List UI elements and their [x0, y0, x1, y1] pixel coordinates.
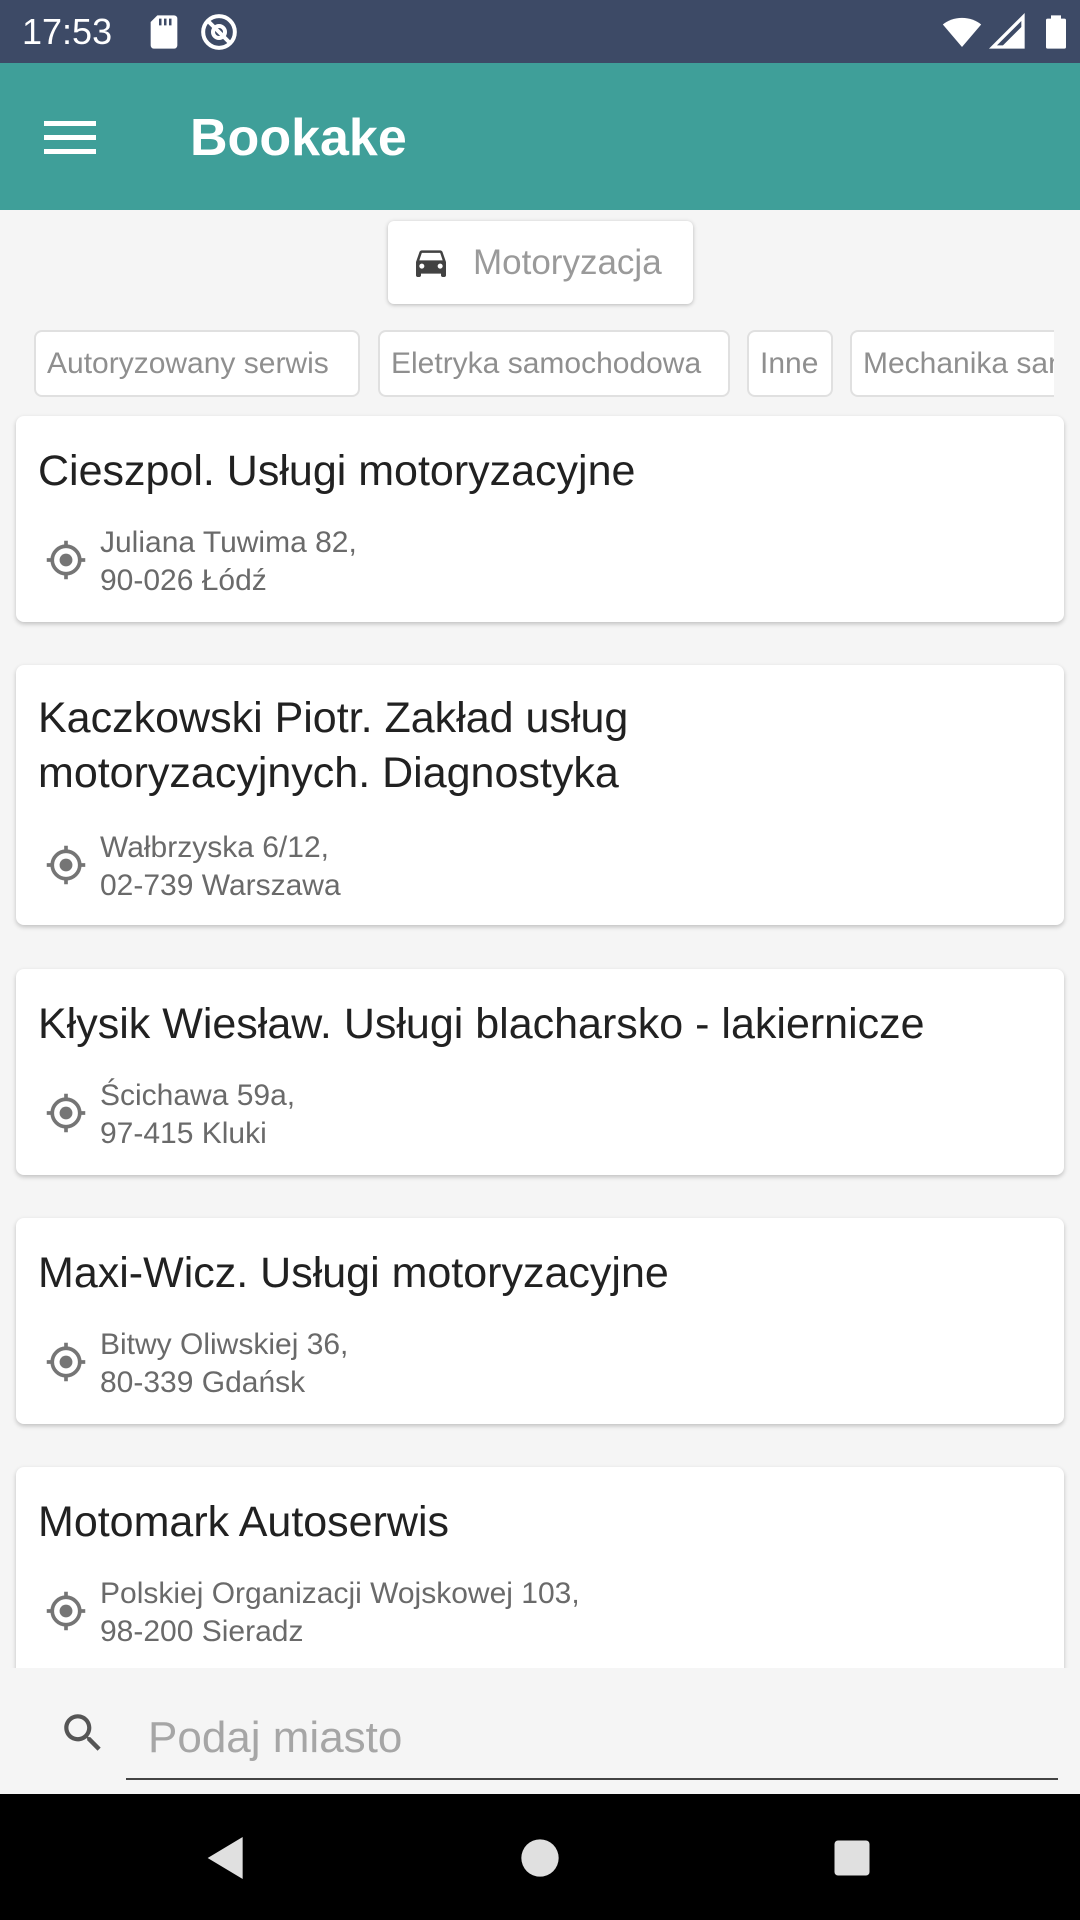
app-title: Bookake — [190, 109, 407, 167]
at-sign-icon — [201, 14, 237, 50]
back-icon[interactable] — [196, 1830, 252, 1886]
listing-address-city: 97-415 Kluki — [100, 1117, 267, 1150]
category-label: Motoryzacja — [473, 243, 662, 282]
status-time: 17:53 — [22, 11, 113, 52]
listing-address-city: 90-026 Łódź — [100, 564, 267, 597]
battery-icon — [1046, 15, 1066, 49]
car-icon — [416, 250, 446, 277]
listing-name: Motomark Autoserwis — [38, 1498, 450, 1546]
listing-address-street: Bitwy Oliwskiej 36, — [100, 1328, 349, 1361]
search-icon — [64, 1714, 101, 1751]
signal-icon — [988, 12, 1025, 49]
filter-chip-eletryka-samochodowa[interactable]: Eletryka samochodowa — [378, 330, 730, 397]
status-bar: 17:53 — [0, 0, 1080, 63]
menu-icon — [44, 121, 96, 154]
menu-button[interactable] — [40, 107, 100, 167]
search-bar — [0, 1668, 1080, 1794]
home-icon[interactable] — [512, 1830, 568, 1886]
listing-name: Maxi-Wicz. Usługi motoryzacyjne — [38, 1249, 669, 1297]
listing-name: Kłysik Wiesław. Usługi blacharsko - laki… — [38, 1000, 925, 1048]
listing-address-city: 80-339 Gdańsk — [100, 1366, 306, 1399]
sd-card-icon — [150, 15, 178, 49]
listing-name: Cieszpol. Usługi motoryzacyjne — [38, 447, 636, 495]
filter-chip-inne[interactable]: Inne — [747, 330, 833, 397]
wifi-icon — [942, 17, 982, 47]
app-bar: Bookake — [0, 63, 1080, 210]
listing-card[interactable]: Kaczkowski Piotr. Zakład usług motoryzac… — [16, 665, 1064, 925]
city-search-input[interactable] — [126, 1698, 1058, 1780]
listing-card[interactable]: Cieszpol. Usługi motoryzacyjne Juliana T… — [16, 416, 1064, 622]
filter-chip-mechanika-samochodowa[interactable]: Mechanika samochodowa — [850, 330, 1054, 397]
listing-address-city: 02-739 Warszawa — [100, 869, 341, 902]
recents-icon[interactable] — [824, 1830, 880, 1886]
listing-address-street: Wałbrzyska 6/12, — [100, 831, 329, 864]
listing-address-city: 98-200 Sieradz — [100, 1615, 304, 1648]
location-icon — [46, 845, 86, 885]
location-icon — [46, 540, 86, 580]
listing-card[interactable]: Kłysik Wiesław. Usługi blacharsko - laki… — [16, 969, 1064, 1175]
listing-address-street: Polskiej Organizacji Wojskowej 103, — [100, 1577, 580, 1610]
category-selector[interactable]: Motoryzacja — [388, 221, 693, 304]
listing-card[interactable]: Motomark Autoserwis Polskiej Organizacji… — [16, 1467, 1064, 1697]
listing-name-continued: motoryzacyjnych. Diagnostyka — [38, 749, 619, 797]
location-icon — [46, 1591, 86, 1631]
location-icon — [46, 1093, 86, 1133]
location-icon — [46, 1342, 86, 1382]
filter-chips-row: Autoryzowany serwis Eletryka samochodowa… — [34, 330, 1054, 397]
listing-name: Kaczkowski Piotr. Zakład usług — [38, 694, 629, 742]
listing-address-street: Ścichawa 59a, — [100, 1079, 296, 1112]
navigation-bar — [0, 1794, 1080, 1920]
listing-card[interactable]: Maxi-Wicz. Usługi motoryzacyjne Bitwy Ol… — [16, 1218, 1064, 1424]
listing-address-street: Juliana Tuwima 82, — [100, 526, 357, 559]
filter-chip-autoryzowany-serwis[interactable]: Autoryzowany serwis — [34, 330, 360, 397]
